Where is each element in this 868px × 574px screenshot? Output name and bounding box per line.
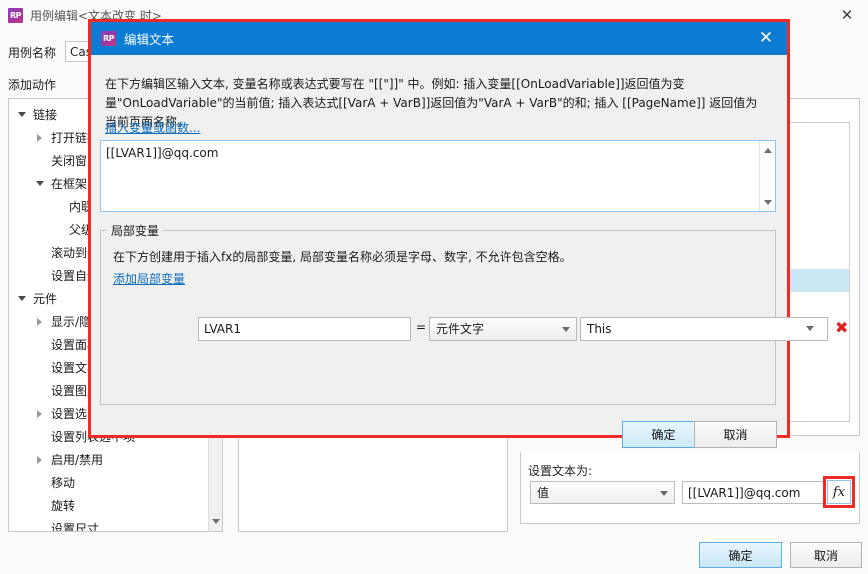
delete-local-variable-icon[interactable]: ✖ [835, 319, 848, 337]
chevron-down-icon [562, 327, 570, 332]
tree-item-label: 启用/禁用 [51, 453, 104, 467]
tree-item-label: 元件 [33, 292, 58, 306]
chevron-down-icon [660, 491, 668, 496]
equals-sign: = [416, 320, 427, 334]
dialog-ok-button[interactable]: 确定 [622, 421, 705, 448]
rp-logo-icon: RP [101, 31, 116, 46]
local-variables-legend: 局部变量 [107, 222, 164, 239]
local-variable-name-input[interactable]: LVAR1 [198, 317, 411, 341]
app-root: RP 用例编辑<文本改变 时> ✕ 用例名称 Case 1 添加动作 链接打开链… [0, 0, 868, 574]
dialog-title: 编辑文本 [124, 32, 175, 47]
scroll-down-icon[interactable] [760, 195, 775, 209]
case-name-label: 用例名称 [8, 46, 57, 60]
set-text-label: 设置文本为: [528, 464, 593, 478]
text-editor-area[interactable]: [[LVAR1]]@qq.com [100, 140, 776, 212]
chevron-right-icon[interactable] [33, 317, 46, 326]
scroll-up-icon[interactable] [760, 143, 775, 157]
set-text-type-value: 值 [537, 486, 550, 500]
dialog-close-icon[interactable]: ✕ [753, 26, 779, 51]
chevron-right-icon[interactable] [33, 409, 46, 418]
local-variable-type-select[interactable]: 元件文字 [429, 317, 577, 341]
dialog-cancel-button[interactable]: 取消 [694, 421, 777, 448]
tree-item[interactable]: 移动 [9, 471, 209, 494]
main-cancel-button[interactable]: 取消 [790, 542, 862, 568]
close-icon[interactable]: ✕ [836, 4, 858, 26]
text-editor-value: [[LVAR1]]@qq.com [106, 146, 219, 160]
rp-logo-icon: RP [8, 7, 23, 23]
chevron-down-icon[interactable] [15, 296, 28, 301]
chevron-right-icon[interactable] [33, 455, 46, 464]
tree-item-label: 移动 [51, 476, 76, 490]
local-variable-value-text: This [587, 322, 612, 336]
chevron-down-icon[interactable] [33, 181, 46, 186]
tree-item-label: 设置尺寸 [51, 522, 100, 532]
dialog-body: 在下方编辑区输入文本, 变量名称或表达式要写在 "[["]]" 中。例如: 插入… [91, 55, 848, 448]
local-variable-value-select[interactable]: This [580, 317, 828, 341]
add-local-variable-link[interactable]: 添加局部变量 [113, 270, 185, 287]
edit-text-dialog: RP 编辑文本 ✕ 在下方编辑区输入文本, 变量名称或表达式要写在 "[["]]… [88, 19, 848, 448]
local-variable-type-value: 元件文字 [436, 322, 485, 336]
set-text-type-select[interactable]: 值 [530, 481, 675, 504]
insert-variable-link[interactable]: 插入变量或函数... [105, 119, 200, 136]
local-variables-description: 在下方创建用于插入fx的局部变量, 局部变量名称必须是字母、数字, 不允许包含空… [113, 250, 572, 264]
chevron-down-icon[interactable] [806, 326, 814, 331]
tree-item[interactable]: 设置尺寸 [9, 517, 209, 532]
local-variable-row: LVAR1 = 元件文字 This ✖ [91, 317, 848, 342]
tree-item[interactable]: 旋转 [9, 494, 209, 517]
dialog-description: 在下方编辑区输入文本, 变量名称或表达式要写在 "[["]]" 中。例如: 插入… [105, 77, 758, 129]
add-action-label: 添加动作 [8, 78, 57, 92]
tree-item-label: 旋转 [51, 499, 76, 513]
fx-button[interactable]: fx [827, 480, 851, 504]
main-ok-button[interactable]: 确定 [699, 542, 782, 568]
tree-item-label: 链接 [33, 108, 58, 122]
chevron-down-icon[interactable] [15, 112, 28, 117]
scroll-down-icon[interactable] [209, 514, 222, 529]
set-text-value-input[interactable]: [[LVAR1]]@qq.com [682, 481, 824, 504]
dialog-titlebar: RP 编辑文本 ✕ [91, 22, 787, 55]
tree-item[interactable]: 启用/禁用 [9, 448, 209, 471]
chevron-right-icon[interactable] [33, 133, 46, 142]
text-editor-scrollbar[interactable] [759, 141, 775, 211]
